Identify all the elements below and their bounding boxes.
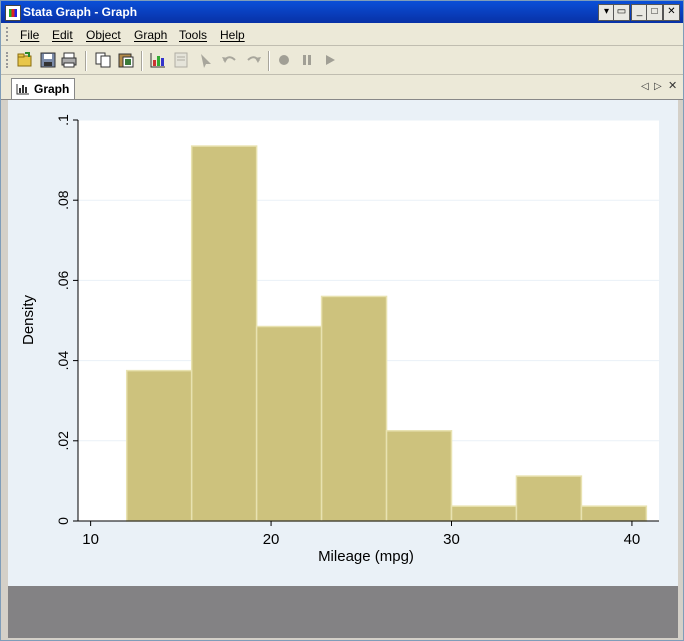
y-tick-label: .1 bbox=[55, 114, 71, 126]
x-tick-label: 40 bbox=[624, 531, 641, 548]
histogram-bar bbox=[125, 369, 193, 522]
y-tick-label: .06 bbox=[55, 270, 71, 290]
status-panel bbox=[8, 586, 678, 638]
menubar-grip bbox=[6, 27, 11, 41]
pointer-icon[interactable] bbox=[197, 51, 215, 69]
menu-bar: File Edit Object Graph Tools Help bbox=[1, 23, 683, 46]
close-button[interactable]: ✕ bbox=[663, 4, 680, 21]
histogram-bar bbox=[580, 505, 648, 522]
y-tick-label: .08 bbox=[55, 190, 71, 210]
title-bar[interactable]: Stata Graph - Graph ▾ ▭ _ □ ✕ bbox=[1, 1, 683, 23]
window-title: Stata Graph - Graph bbox=[23, 5, 138, 19]
menu-edit[interactable]: Edit bbox=[52, 28, 73, 42]
tab-scroll-right-icon[interactable]: ▷ bbox=[654, 81, 662, 92]
save-icon[interactable] bbox=[39, 51, 57, 69]
properties-icon[interactable] bbox=[172, 51, 190, 69]
graph-tab-icon bbox=[16, 84, 29, 95]
menu-file[interactable]: File bbox=[20, 28, 39, 42]
y-tick-label: 0 bbox=[55, 517, 71, 525]
open-icon[interactable] bbox=[16, 51, 34, 69]
y-axis-ticks: 0 .02 .04 .06 .08 .1 bbox=[55, 114, 78, 525]
toolbar-separator bbox=[141, 51, 143, 71]
graph-canvas: 0 .02 .04 .06 .08 .1 10 20 30 40 Density Mileage… bbox=[8, 100, 678, 586]
histogram-bar bbox=[190, 145, 258, 522]
histogram-bar bbox=[515, 475, 583, 522]
graph-tab-bar: Graph ◁ ▷ ✕ bbox=[1, 75, 683, 100]
x-tick-label: 20 bbox=[263, 531, 280, 548]
x-axis-label: Mileage (mpg) bbox=[318, 548, 414, 565]
restore-button[interactable]: ▭ bbox=[613, 4, 630, 21]
y-axis-label: Density bbox=[20, 294, 37, 345]
toolbar-grip bbox=[6, 52, 11, 68]
histogram-bar bbox=[450, 505, 518, 522]
stata-graph-app-icon bbox=[5, 5, 21, 21]
tab-graph-label: Graph bbox=[34, 82, 70, 96]
paste-icon[interactable] bbox=[117, 51, 135, 69]
stata-graph-window: Stata Graph - Graph ▾ ▭ _ □ ✕ File Edit … bbox=[0, 0, 684, 641]
menu-tools[interactable]: Tools bbox=[179, 28, 207, 42]
x-tick-label: 30 bbox=[443, 531, 460, 548]
copy-icon[interactable] bbox=[94, 51, 112, 69]
toolbar bbox=[1, 46, 683, 75]
histogram-bar bbox=[385, 430, 453, 522]
menu-object[interactable]: Object bbox=[86, 28, 121, 42]
record-icon[interactable] bbox=[275, 51, 293, 69]
toolbar-separator bbox=[85, 51, 87, 71]
tab-graph[interactable]: Graph bbox=[11, 78, 75, 99]
pause-icon[interactable] bbox=[298, 51, 316, 69]
undo-icon[interactable] bbox=[220, 51, 238, 69]
x-tick-label: 10 bbox=[82, 531, 99, 548]
print-icon[interactable] bbox=[60, 51, 78, 69]
menu-graph[interactable]: Graph bbox=[134, 28, 167, 42]
y-tick-label: .04 bbox=[55, 351, 71, 371]
tab-scroll-left-icon[interactable]: ◁ bbox=[641, 81, 649, 92]
play-icon[interactable] bbox=[321, 51, 339, 69]
redo-icon[interactable] bbox=[245, 51, 263, 69]
histogram-bar bbox=[255, 325, 323, 522]
y-tick-label: .02 bbox=[55, 431, 71, 451]
toolbar-separator bbox=[268, 51, 270, 71]
histogram-bar bbox=[320, 295, 388, 522]
menu-help[interactable]: Help bbox=[220, 28, 245, 42]
x-axis-ticks: 10 20 30 40 bbox=[82, 521, 640, 548]
tab-close-icon[interactable]: ✕ bbox=[668, 79, 677, 92]
histogram-chart: 0 .02 .04 .06 .08 .1 10 20 30 40 Density Mileage… bbox=[20, 114, 659, 565]
maximize-button[interactable]: □ bbox=[646, 4, 663, 21]
graph-editor-icon[interactable] bbox=[149, 51, 167, 69]
